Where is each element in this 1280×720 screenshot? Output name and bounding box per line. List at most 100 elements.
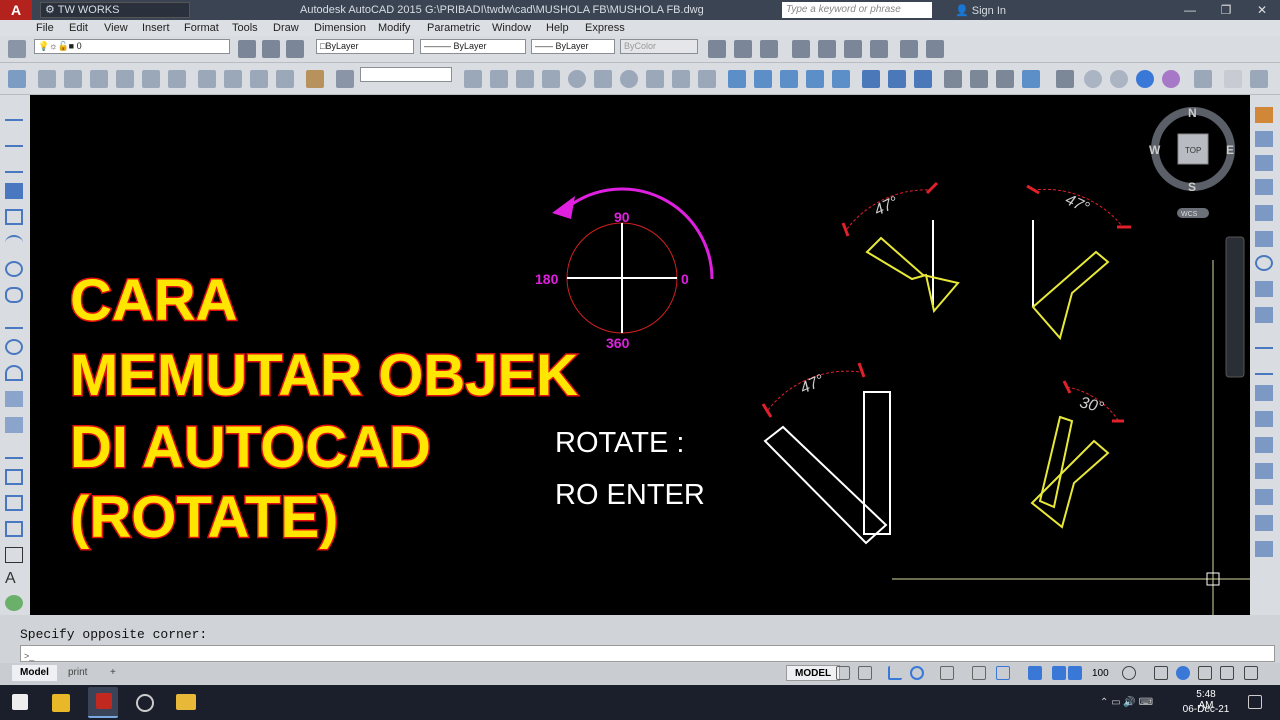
ortho-icon[interactable]: [888, 666, 902, 680]
hardware-acceleration-icon[interactable]: [1198, 666, 1212, 680]
file-explorer-icon[interactable]: [176, 694, 196, 710]
helix-icon[interactable]: [672, 70, 690, 88]
loft-icon[interactable]: [832, 70, 850, 88]
gear-icon[interactable]: [1122, 666, 1136, 680]
annotation-scale[interactable]: 100: [1084, 666, 1117, 682]
polygon-icon[interactable]: [5, 183, 23, 199]
autocad-logo-icon[interactable]: A: [0, 0, 32, 20]
view-icon[interactable]: [116, 70, 134, 88]
view-icon[interactable]: [276, 70, 294, 88]
windows-start-icon[interactable]: [12, 694, 28, 710]
menu-format[interactable]: Format: [184, 22, 219, 34]
line-icon[interactable]: [5, 105, 23, 121]
menu-express[interactable]: Express: [585, 22, 625, 34]
3d-array-icon[interactable]: [1022, 70, 1040, 88]
manage-styles-icon[interactable]: [1194, 70, 1212, 88]
menu-view[interactable]: View: [104, 22, 128, 34]
add-selected-icon[interactable]: [5, 595, 23, 611]
menu-edit[interactable]: Edit: [69, 22, 88, 34]
isodraft-icon[interactable]: [940, 666, 954, 680]
blend-icon[interactable]: [1255, 489, 1273, 505]
navigation-bar[interactable]: [1225, 236, 1245, 378]
pan-hand-icon[interactable]: [1224, 70, 1242, 88]
wireframe-icon[interactable]: [1084, 70, 1102, 88]
view-icon[interactable]: [90, 70, 108, 88]
otrack-icon[interactable]: [996, 666, 1010, 680]
move-icon[interactable]: [1255, 231, 1273, 247]
explode-icon[interactable]: [1255, 515, 1273, 531]
layer-previous-icon[interactable]: [286, 40, 304, 58]
view-icon[interactable]: [142, 70, 160, 88]
menu-modify[interactable]: Modify: [378, 22, 410, 34]
notification-icon[interactable]: [1248, 695, 1262, 709]
viewcube[interactable]: TOP N S E W WCS: [1149, 106, 1235, 218]
orbit-icon[interactable]: [1250, 70, 1268, 88]
spline-icon[interactable]: [5, 313, 23, 329]
system-tray[interactable]: ⌃ ▭ 🔊 ⌨: [1100, 697, 1153, 708]
fillet-icon[interactable]: [1255, 463, 1273, 479]
search-input[interactable]: Type a keyword or phrase: [782, 2, 932, 18]
object-snap-icon[interactable]: [972, 666, 986, 680]
arc-icon[interactable]: [5, 235, 23, 251]
layer-manager-icon[interactable]: [8, 40, 26, 58]
break-icon[interactable]: [1255, 385, 1273, 401]
autoscale-icon[interactable]: [1068, 666, 1082, 680]
fullscreen-icon[interactable]: [1244, 666, 1258, 680]
make-current-icon[interactable]: [238, 40, 256, 58]
box-icon[interactable]: [490, 70, 508, 88]
view-icon[interactable]: [224, 70, 242, 88]
linetype-dropdown[interactable]: ——— ByLayer: [420, 39, 526, 54]
tool-icon[interactable]: [926, 40, 944, 58]
sign-in-button[interactable]: 👤 Sign In: [955, 4, 1006, 17]
presspull-icon[interactable]: [754, 70, 772, 88]
revision-cloud-icon[interactable]: [5, 287, 23, 303]
color-dropdown[interactable]: □ByLayer: [316, 39, 414, 54]
point-icon[interactable]: [5, 443, 23, 459]
3d-move-icon[interactable]: [944, 70, 962, 88]
polyline-icon[interactable]: [5, 157, 23, 173]
tab-print[interactable]: print: [60, 665, 95, 681]
insert-block-icon[interactable]: [5, 391, 23, 407]
tab-model[interactable]: Model: [12, 665, 57, 681]
plotstyle-dropdown[interactable]: ByColor: [620, 39, 698, 54]
make-block-icon[interactable]: [5, 417, 23, 433]
annotation-visibility-icon[interactable]: [1052, 666, 1066, 680]
snap-icon[interactable]: [858, 666, 872, 680]
plus-icon[interactable]: [1154, 666, 1168, 680]
chamfer-icon[interactable]: [1255, 437, 1273, 453]
conceptual-icon[interactable]: [1162, 70, 1180, 88]
command-input[interactable]: >_: [20, 645, 1275, 662]
obs-icon[interactable]: [136, 694, 154, 712]
layer-match-icon[interactable]: [262, 40, 280, 58]
workspace-dropdown[interactable]: ⚙ TW WORKS: [40, 2, 190, 18]
tool-icon[interactable]: [734, 40, 752, 58]
sphere-icon[interactable]: [568, 70, 586, 88]
menu-help[interactable]: Help: [546, 22, 569, 34]
copy-icon[interactable]: [1255, 131, 1273, 147]
menu-dimension[interactable]: Dimension: [314, 22, 366, 34]
view-icon[interactable]: [64, 70, 82, 88]
menu-tools[interactable]: Tools: [232, 22, 258, 34]
clock-date[interactable]: 06-Dec-21: [1182, 704, 1230, 715]
menu-window[interactable]: Window: [492, 22, 531, 34]
view-icon[interactable]: [250, 70, 268, 88]
wedge-icon[interactable]: [516, 70, 534, 88]
minimize-button[interactable]: —: [1172, 0, 1208, 20]
hatch-icon[interactable]: [5, 469, 23, 485]
circle-icon[interactable]: [5, 261, 23, 277]
zoom-icon[interactable]: [336, 70, 354, 88]
extrude-icon[interactable]: [728, 70, 746, 88]
clean-screen-icon[interactable]: [1220, 666, 1234, 680]
construction-line-icon[interactable]: [5, 131, 23, 147]
drawing-canvas[interactable]: CARA MEMUTAR OBJEK DI AUTOCAD (ROTATE) 9…: [30, 95, 1250, 615]
stretch-icon[interactable]: [1255, 307, 1273, 323]
view-icon[interactable]: [38, 70, 56, 88]
view-dropdown[interactable]: [360, 67, 452, 82]
visual-style-icon[interactable]: [1056, 70, 1074, 88]
revolve-icon[interactable]: [806, 70, 824, 88]
tool-icon[interactable]: [760, 40, 778, 58]
array-icon[interactable]: [1255, 205, 1273, 221]
text-icon[interactable]: A: [5, 571, 23, 587]
erase-icon[interactable]: [1255, 107, 1273, 123]
realistic-icon[interactable]: [1136, 70, 1154, 88]
